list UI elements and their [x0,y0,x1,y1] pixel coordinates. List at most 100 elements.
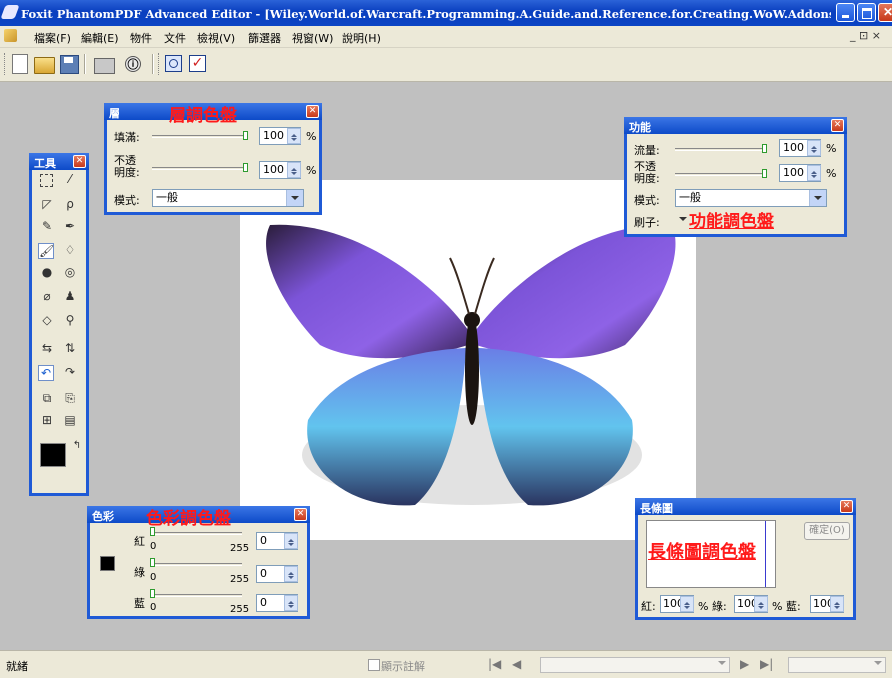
paintbrush-icon[interactable]: 🖌 [38,243,54,259]
flow-spinner[interactable] [807,140,821,156]
hist-green-spinner[interactable] [754,596,768,612]
blue-slider-thumb[interactable] [150,589,155,598]
function-panel-header[interactable]: 功能 ✕ [624,117,847,134]
fill-slider[interactable] [152,135,247,138]
new-document-icon[interactable] [12,54,28,74]
histogram-panel-header[interactable]: 長條圖 ✕ [635,498,856,515]
checkmark-icon[interactable]: ✓ [189,55,206,72]
brush-dropdown-icon[interactable] [679,217,687,225]
title-bar: Foxit PhantomPDF Advanced Editor - [Wile… [0,0,892,26]
brush-pen-icon[interactable]: ✒ [63,219,77,233]
paint-bucket-icon[interactable]: ♢ [63,243,77,257]
toolbar-grip[interactable] [4,53,8,75]
opacity-slider[interactable] [152,167,247,170]
close-histogram-panel-button[interactable]: ✕ [840,500,853,513]
next-page-icon[interactable]: ▶ [740,657,749,671]
red-spinner[interactable] [284,533,298,549]
swap-colors-icon[interactable]: ↰ [70,439,84,453]
import-icon[interactable]: ⊞ [40,413,54,427]
paste-icon[interactable]: ⎘ [63,391,77,405]
flow-slider[interactable] [675,148,767,151]
zoom-box[interactable] [788,657,886,673]
toolbar-grip[interactable] [158,53,162,75]
blur-icon[interactable]: ● [40,265,54,279]
chevron-down-icon[interactable] [809,190,826,206]
menu-view[interactable]: 檢視(V) [197,30,235,46]
print-icon[interactable] [94,58,115,74]
green-slider-thumb[interactable] [150,558,155,567]
color-foreground-swatch[interactable] [100,556,115,571]
zoom-icon[interactable]: ⚲ [63,313,77,327]
close-color-panel-button[interactable]: ✕ [294,508,307,521]
menu-file[interactable]: 檔案(F) [34,30,71,46]
function-opacity-slider-thumb[interactable] [762,169,767,178]
chevron-down-icon[interactable] [286,190,303,206]
close-window-button[interactable] [878,3,892,22]
menu-object[interactable]: 物件 [130,30,152,46]
marquee-icon[interactable] [40,174,53,187]
chevron-down-icon[interactable] [718,661,726,669]
blue-channel-slider[interactable] [152,594,242,597]
lasso-icon[interactable]: ρ [63,197,77,211]
save-small-icon[interactable]: ▤ [63,413,77,427]
green-channel-slider[interactable] [152,563,242,566]
function-opacity-spinner[interactable] [807,165,821,181]
blend-mode-select[interactable]: 一般 [152,189,304,207]
page-number-box[interactable] [540,657,730,673]
first-page-icon[interactable]: |◀ [488,657,501,671]
maximize-button[interactable] [857,3,876,22]
previous-page-icon[interactable]: ◀ [512,657,521,671]
green-spinner[interactable] [284,566,298,582]
smudge-icon[interactable]: ◎ [63,265,77,279]
function-mode-select[interactable]: 一般 [675,189,827,207]
mode-label: 模式: [114,194,140,207]
red-slider-thumb[interactable] [150,527,155,536]
save-icon[interactable] [60,55,79,74]
copy-icon[interactable]: ⧉ [40,391,54,405]
stop-icon[interactable] [165,55,182,72]
healing-icon[interactable]: ⌀ [40,289,54,303]
histogram-ok-button[interactable]: 確定(O) [804,522,850,540]
clone-stamp-icon[interactable]: ♟ [63,289,77,303]
hist-red-spinner[interactable] [680,596,694,612]
histogram-marker-line[interactable] [765,521,766,587]
toolbar-separator [152,54,154,74]
open-folder-icon[interactable] [34,57,55,74]
green-min: 0 [150,572,157,583]
hist-blue-spinner[interactable] [830,596,844,612]
minimize-button[interactable] [836,3,855,22]
close-tools-panel-button[interactable]: ✕ [73,155,86,168]
menu-window[interactable]: 視窗(W) [292,30,333,46]
menu-edit[interactable]: 編輯(E) [81,30,119,46]
blue-spinner[interactable] [284,595,298,611]
opacity-spinner[interactable] [287,162,301,178]
menu-filter[interactable]: 篩選器 [248,30,281,46]
redo-icon[interactable]: ↷ [63,365,77,379]
eraser-icon[interactable]: ◇ [40,313,54,327]
menu-help[interactable]: 說明(H) [342,30,381,46]
function-opacity-slider[interactable] [675,173,767,176]
document-menu-icon[interactable] [4,29,17,42]
last-page-icon[interactable]: ▶| [760,657,773,671]
undo-icon[interactable]: ↶ [38,365,54,381]
menu-document[interactable]: 文件 [164,30,186,46]
pen-icon[interactable]: ✎ [40,219,54,233]
red-channel-slider[interactable] [152,532,242,535]
mdi-window-controls[interactable]: _ ⊡ × [850,29,881,42]
chevron-down-icon[interactable] [874,661,882,669]
fill-spinner[interactable] [287,128,301,144]
fill-slider-thumb[interactable] [243,131,248,140]
opacity-slider-thumb[interactable] [243,163,248,172]
fill-percent: % [306,130,317,143]
swap-icon[interactable]: ⇆ [40,341,54,355]
flow-slider-thumb[interactable] [762,144,767,153]
magic-wand-icon[interactable]: ⁄ [63,172,77,186]
lasso-polygon-icon[interactable]: ◸ [40,197,54,211]
info-icon[interactable]: ⓘ [125,56,141,72]
flip-icon[interactable]: ⇅ [63,341,77,355]
foreground-color-swatch[interactable] [40,443,66,467]
close-layers-panel-button[interactable]: ✕ [306,105,319,118]
close-function-panel-button[interactable]: ✕ [831,119,844,132]
tools-panel-header[interactable]: 工具 ✕ [29,153,89,170]
show-comments-checkbox[interactable] [368,659,380,671]
